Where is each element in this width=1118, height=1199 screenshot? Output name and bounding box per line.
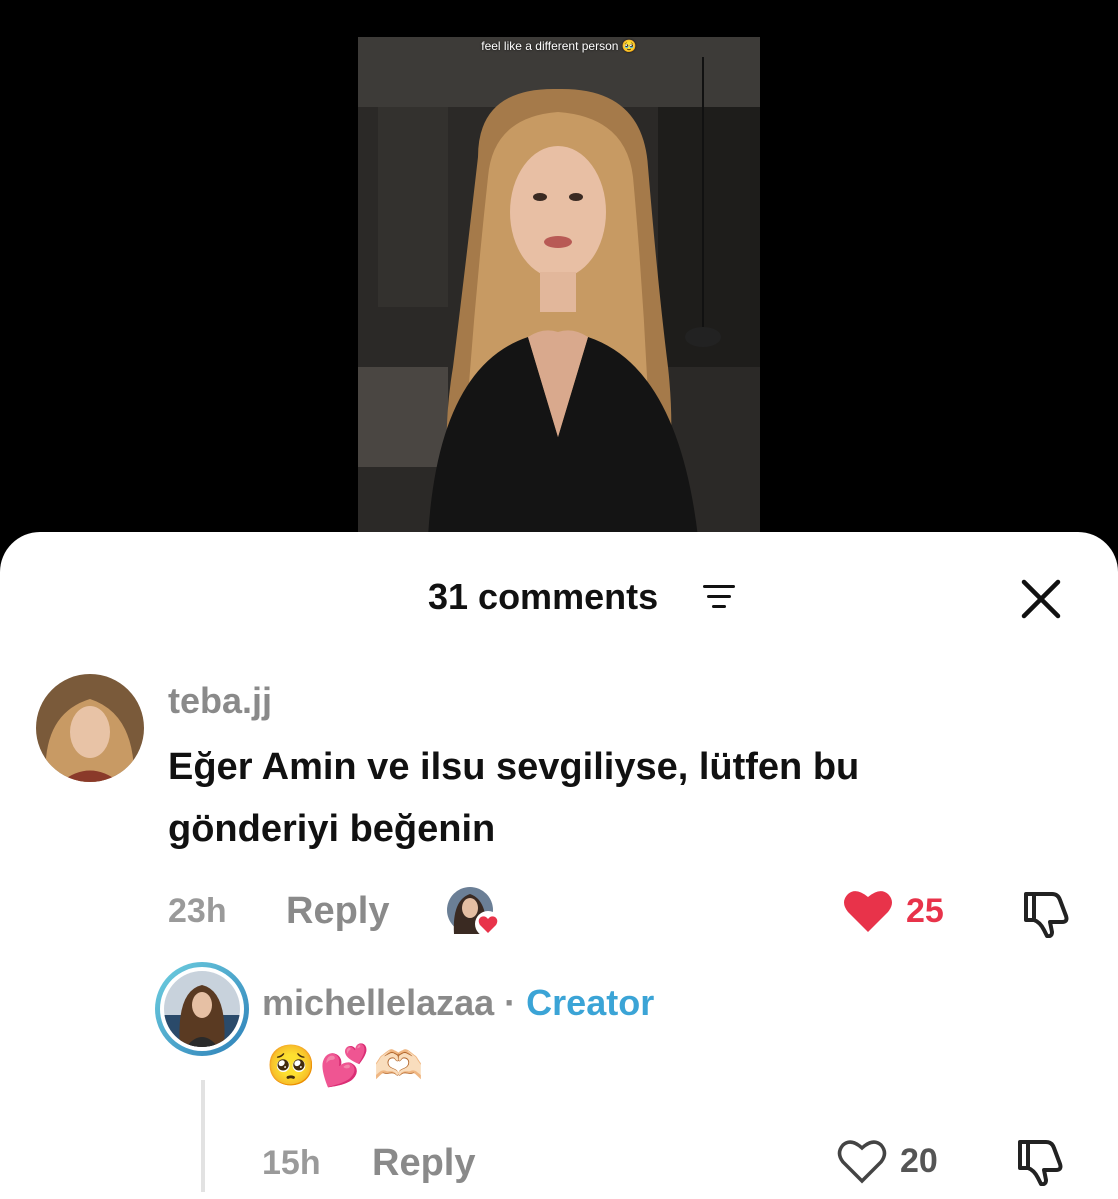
sort-icon[interactable] (703, 584, 735, 610)
like-count: 20 (900, 1142, 938, 1180)
heart-icon[interactable] (836, 1138, 888, 1184)
close-icon[interactable] (1018, 576, 1064, 622)
creator-liked-badge (446, 886, 502, 938)
heart-icon[interactable] (842, 888, 894, 934)
creator-avatar[interactable] (155, 962, 249, 1056)
creator-badge: Creator (526, 982, 655, 1023)
comment-username[interactable]: teba.jj (168, 680, 272, 722)
reply-text: 🥺💕🫶🏻 (266, 1044, 428, 1088)
separator-dot: · (504, 982, 517, 1023)
reply-header: michellelazaa · Creator (262, 982, 654, 1024)
reply-button[interactable]: Reply (286, 890, 389, 933)
thread-line (201, 1080, 205, 1192)
comment-text: Eğer Amin ve ilsu sevgiliyse, lütfen bu … (168, 736, 859, 860)
reply-timestamp: 15h (262, 1144, 321, 1182)
dislike-icon[interactable] (1020, 890, 1072, 938)
reply-button[interactable]: Reply (372, 1142, 475, 1185)
video-player[interactable]: feel like a different person 🥹 (358, 37, 760, 537)
comments-sheet: 31 comments teba.jj Eğer Amin ve ilsu se… (0, 532, 1118, 1199)
comment-timestamp: 23h (168, 892, 227, 930)
dislike-icon[interactable] (1014, 1138, 1066, 1186)
comment-text-line: Eğer Amin ve ilsu sevgiliyse, lütfen bu (168, 746, 860, 788)
video-area: feel like a different person 🥹 (0, 0, 1118, 560)
comments-count-title: 31 comments (428, 576, 659, 617)
comments-header: 31 comments (0, 568, 1118, 620)
like-count: 25 (906, 892, 944, 930)
comment-text-line: gönderiyi beğenin (168, 808, 496, 850)
avatar[interactable] (36, 674, 144, 782)
video-thumbnail (358, 37, 760, 537)
video-caption: feel like a different person 🥹 (481, 39, 637, 53)
reply-username[interactable]: michellelazaa (262, 982, 494, 1023)
